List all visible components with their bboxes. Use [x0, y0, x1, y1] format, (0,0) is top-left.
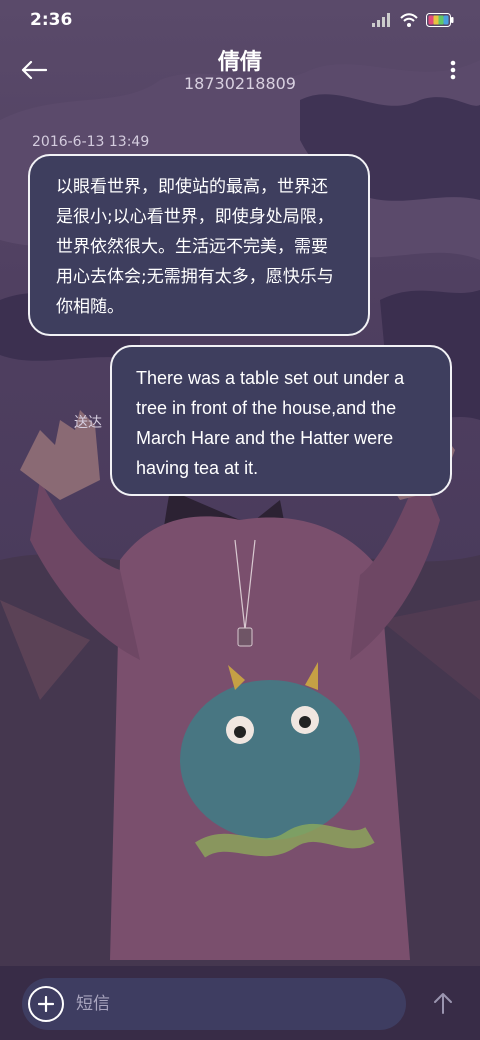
delivery-status: 送达 [74, 415, 102, 431]
outgoing-message-bubble[interactable]: There was a table set out under a tree i… [110, 345, 452, 496]
more-options-button[interactable] [446, 54, 460, 86]
more-vertical-icon [450, 60, 456, 80]
arrow-up-icon [434, 993, 452, 1014]
plus-icon [38, 996, 54, 1012]
contact-number: 18730218809 [184, 74, 296, 93]
battery-icon [426, 13, 454, 27]
status-icons [372, 12, 454, 28]
status-time: 2:36 [30, 10, 73, 30]
message-timestamp: 2016-6-13 13:49 [32, 134, 150, 150]
sms-input[interactable] [76, 978, 376, 1030]
send-button[interactable] [428, 988, 458, 1018]
composer-field-container [22, 978, 406, 1030]
status-bar: 2:36 [0, 0, 480, 40]
wifi-icon [400, 13, 418, 27]
conversation-header: 倩倩 18730218809 [0, 40, 480, 100]
contact-name: 倩倩 [217, 50, 262, 75]
incoming-message-bubble[interactable]: 以眼看世界，即使站的最高，世界还是很小;以心看世界，即使身处局限，世界依然很大。… [28, 154, 370, 336]
composer-bar [0, 966, 480, 1040]
add-attachment-button[interactable] [28, 986, 64, 1022]
signal-icon [372, 13, 390, 27]
